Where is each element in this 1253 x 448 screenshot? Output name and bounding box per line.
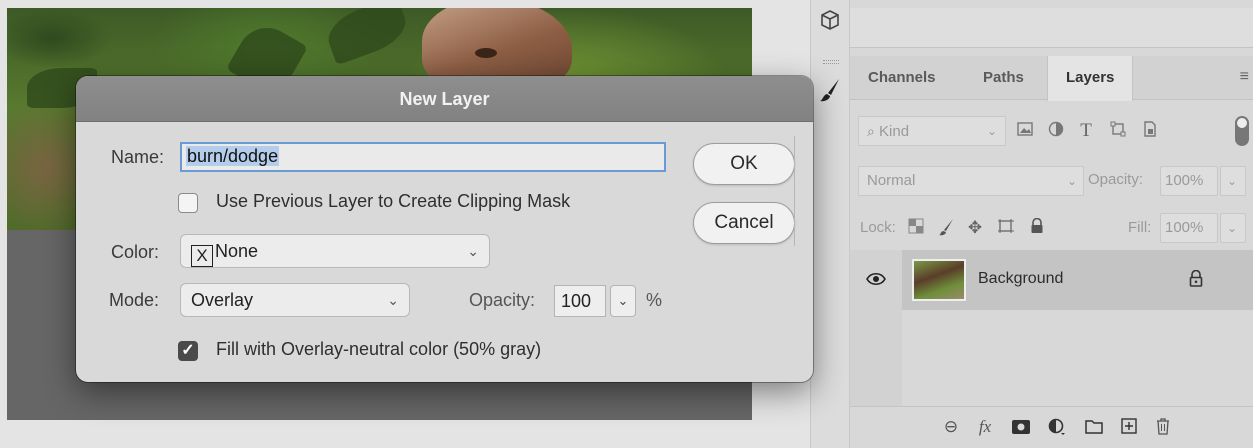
foliage-shape xyxy=(321,8,413,66)
fill-neutral-label: Fill with Overlay-neutral color (50% gra… xyxy=(216,339,542,359)
name-label: Name: xyxy=(111,147,165,167)
layer-name: Background xyxy=(978,270,1064,287)
panel-menu-icon[interactable]: ≡ xyxy=(1240,68,1249,86)
no-color-swatch-icon: X xyxy=(191,245,213,267)
chevron-down-icon: ⌄ xyxy=(1066,174,1077,188)
opacity-input[interactable]: 100 xyxy=(554,285,606,317)
tool-strip xyxy=(810,0,850,448)
layer-name-input[interactable]: burn/dodge xyxy=(180,142,666,172)
layer-name-value: burn/dodge xyxy=(186,146,280,166)
filter-kind-label: Kind xyxy=(879,123,910,140)
new-layer-dialog: New Layer Name: burn/dodge OK Cancel Use… xyxy=(76,76,813,382)
blend-mode-select[interactable]: Normal ⌄ xyxy=(858,166,1084,196)
clipping-mask-checkbox[interactable] xyxy=(178,193,198,213)
clipping-mask-label: Use Previous Layer to Create Clipping Ma… xyxy=(216,191,571,211)
panel-tabs: Channels Paths Layers ≡ xyxy=(850,56,1253,101)
layer-lock-icon xyxy=(1189,269,1203,292)
layer-row-background[interactable]: Background xyxy=(850,250,1253,310)
lock-image-icon[interactable] xyxy=(936,218,956,241)
type-filter-icon[interactable]: T xyxy=(1076,121,1096,141)
lock-pixels-icon[interactable] xyxy=(906,218,926,239)
mask-icon[interactable] xyxy=(1010,419,1032,439)
mode-value: Overlay xyxy=(191,290,254,310)
dialog-titlebar[interactable]: New Layer xyxy=(76,76,813,122)
opacity-unit: % xyxy=(646,290,663,310)
color-value: None xyxy=(215,241,259,261)
dialog-title: New Layer xyxy=(399,89,490,109)
lock-position-icon[interactable]: ✥ xyxy=(965,218,985,238)
mode-select[interactable]: Overlay ⌄ xyxy=(180,283,410,317)
panel-fill-field[interactable]: 100% xyxy=(1160,213,1218,243)
mode-label: Mode: xyxy=(109,290,160,310)
panel-fill-dropdown[interactable]: ⌄ xyxy=(1220,213,1246,243)
new-layer-icon[interactable] xyxy=(1118,418,1140,439)
layers-panel-dock: Channels Paths Layers ≡ ⌕ Kind ⌄ T Norma… xyxy=(850,0,1253,448)
panel-opacity-dropdown[interactable]: ⌄ xyxy=(1220,166,1246,196)
chevron-down-icon: ⌄ xyxy=(387,292,399,308)
tab-layers[interactable]: Layers xyxy=(1047,56,1134,101)
opacity-label: Opacity: xyxy=(469,290,536,310)
eye-icon[interactable] xyxy=(866,272,886,291)
adjustment-layer-icon[interactable] xyxy=(1046,418,1068,441)
lock-artboard-icon[interactable] xyxy=(996,218,1016,239)
panel-grip[interactable] xyxy=(823,60,839,64)
shape-filter-icon[interactable] xyxy=(1108,121,1128,142)
fill-neutral-checkbox[interactable]: ✓ xyxy=(178,341,198,361)
ok-button[interactable]: OK xyxy=(693,143,795,185)
layer-filter-select[interactable]: ⌕ Kind ⌄ xyxy=(858,116,1006,146)
filter-toggle[interactable] xyxy=(1235,116,1249,146)
dialog-divider xyxy=(794,136,795,246)
visibility-column-empty xyxy=(850,310,902,406)
search-icon: ⌕ xyxy=(867,123,875,139)
lock-all-icon[interactable] xyxy=(1027,217,1047,239)
tab-paths[interactable]: Paths xyxy=(965,56,1042,100)
chevron-down-icon: ⌄ xyxy=(986,124,997,138)
adjustment-filter-icon[interactable] xyxy=(1046,121,1066,142)
brush-icon[interactable] xyxy=(811,72,849,108)
chevron-down-icon: ⌄ xyxy=(467,243,479,259)
group-folder-icon[interactable] xyxy=(1083,419,1105,439)
panel-header-area xyxy=(850,8,1253,48)
fill-label: Fill: xyxy=(1128,219,1152,236)
trash-icon[interactable] xyxy=(1152,417,1174,440)
3d-cube-icon[interactable] xyxy=(811,2,849,38)
layers-bottom-bar: ⊖ fx xyxy=(850,406,1253,448)
opacity-label: Opacity: xyxy=(1088,171,1144,188)
tab-channels[interactable]: Channels xyxy=(850,56,954,100)
dinosaur-eye xyxy=(475,48,497,58)
color-select[interactable]: X None ⌄ xyxy=(180,234,490,268)
color-label: Color: xyxy=(111,242,160,262)
lock-label: Lock: xyxy=(860,219,896,236)
panel-opacity-field[interactable]: 100% xyxy=(1160,166,1218,196)
smart-object-filter-icon[interactable] xyxy=(1140,121,1160,142)
layer-thumbnail xyxy=(912,259,966,301)
image-filter-icon[interactable] xyxy=(1015,121,1035,141)
cancel-button[interactable]: Cancel xyxy=(693,202,795,244)
link-layers-icon[interactable]: ⊖ xyxy=(940,417,962,437)
fx-icon[interactable]: fx xyxy=(974,417,996,437)
opacity-dropdown[interactable]: ⌄ xyxy=(610,285,636,317)
blend-mode-value: Normal xyxy=(867,172,916,189)
